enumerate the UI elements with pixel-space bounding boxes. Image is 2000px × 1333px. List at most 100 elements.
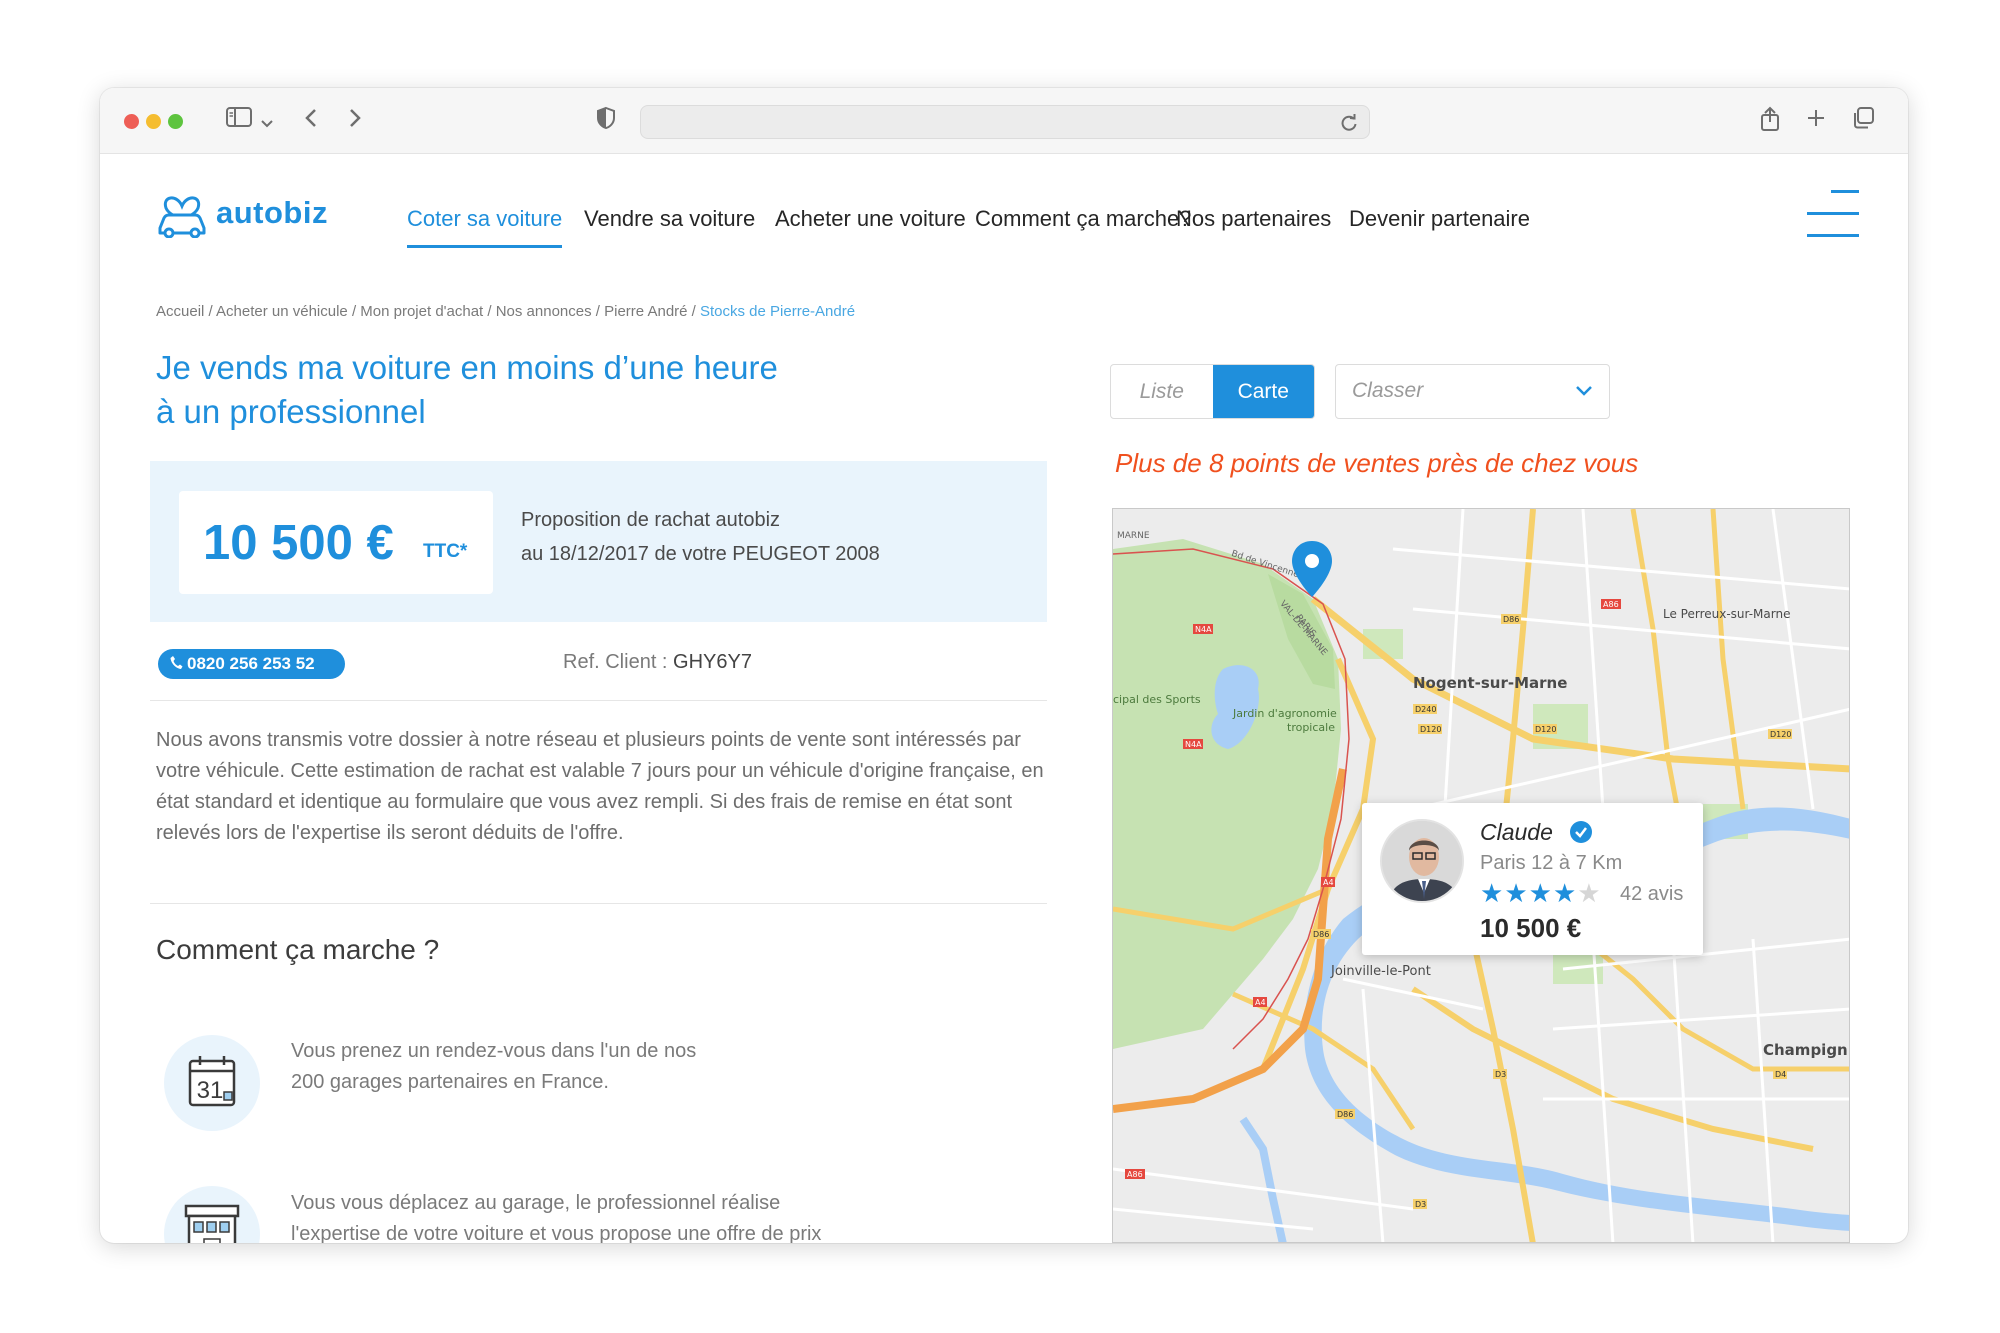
browser-window: autobiz Coter sa voiture Vendre sa voitu… <box>100 88 1908 1243</box>
nav-comment-ca-marche[interactable]: Comment ça marche? <box>975 206 1191 232</box>
view-toggle: Liste Carte <box>1110 364 1315 419</box>
map-badge-d4-2: D4 <box>1775 1070 1786 1079</box>
ref-client: Ref. Client : GHY6Y7 <box>563 651 752 674</box>
map-label-joinville: Joinville-le-Pont <box>1331 964 1431 979</box>
map-label-tropicale: tropicale <box>1287 721 1335 734</box>
nav-vendre-sa-voiture[interactable]: Vendre sa voiture <box>584 206 755 232</box>
page-title-line2: à un professionnel <box>156 393 426 430</box>
star-filled-icon: ★ <box>1480 878 1504 908</box>
star-filled-icon: ★ <box>1528 878 1552 908</box>
autobiz-logo[interactable]: autobiz <box>156 188 328 238</box>
map-label-perreux: Le Perreux-sur-Marne <box>1663 607 1791 621</box>
map-label-nogent: Nogent-sur-Marne <box>1413 674 1568 692</box>
seller-price: 10 500 € <box>1480 913 1582 943</box>
ref-client-label: Ref. Client : <box>563 651 674 673</box>
phone-button[interactable]: 0820 256 253 52 <box>158 649 345 679</box>
close-window-button[interactable] <box>124 114 139 129</box>
logo-text: autobiz <box>216 195 328 230</box>
seller-card[interactable]: Claude Paris 12 à 7 Km ★ ★ ★ ★ ★ 42 avis 10 … <box>1362 803 1703 955</box>
points-of-sale-title: Plus de 8 points de ventes près de chez … <box>1115 448 1639 478</box>
tabs-icon[interactable] <box>1850 106 1876 136</box>
map-badge-a86: A86 <box>1603 600 1619 609</box>
minimize-window-button[interactable] <box>146 114 161 129</box>
step-2-line2: l'expertise de votre voiture et vous pro… <box>291 1223 822 1243</box>
map-badge-d3-2: D3 <box>1415 1200 1426 1209</box>
map-badge-d120: D120 <box>1420 725 1441 734</box>
ref-client-code: GHY6Y7 <box>673 651 752 673</box>
map-badge-n4a: N4A <box>1195 625 1212 634</box>
step-1-text: Vous prenez un rendez-vous dans l'un de … <box>291 1036 696 1098</box>
map-badge-a4-2: A4 <box>1255 998 1266 1007</box>
step-2-line1: Vous vous déplacez au garage, le profess… <box>291 1192 781 1214</box>
new-tab-icon[interactable] <box>1804 106 1828 136</box>
offer-price: 10 500 € <box>203 516 394 570</box>
share-icon[interactable] <box>1758 106 1782 136</box>
sort-select[interactable]: Classer <box>1335 364 1610 419</box>
seller-name: Claude <box>1480 819 1553 845</box>
seller-rating: ★ ★ ★ ★ ★ <box>1480 880 1602 906</box>
map-pin-icon[interactable] <box>1289 539 1335 601</box>
seller-avatar <box>1380 819 1464 903</box>
seller-reviews: 42 avis <box>1620 883 1684 905</box>
map-badge-d3: D3 <box>1495 1070 1506 1079</box>
step-1-line1: Vous prenez un rendez-vous dans l'un de … <box>291 1040 697 1062</box>
map-badge-d86-2: D86 <box>1313 930 1329 939</box>
map-label-jardin: Jardin d'agronomie <box>1233 707 1337 720</box>
garage-icon <box>164 1186 260 1243</box>
nav-acheter-une-voiture[interactable]: Acheter une voiture <box>775 206 966 232</box>
back-icon[interactable] <box>300 106 322 136</box>
address-bar[interactable] <box>640 105 1370 139</box>
map-badge-a86-2: A86 <box>1127 1170 1143 1179</box>
menu-icon[interactable] <box>1807 190 1859 238</box>
nav-devenir-partenaire[interactable]: Devenir partenaire <box>1349 206 1530 232</box>
step-2-text: Vous vous déplacez au garage, le profess… <box>291 1188 821 1243</box>
breadcrumb-current[interactable]: Stocks de Pierre-André <box>700 303 855 320</box>
calendar-icon-text: 31 <box>197 1077 224 1104</box>
offer-conditions-text: Nous avons transmis votre dossier à notr… <box>156 729 1044 844</box>
browser-toolbar <box>100 88 1908 154</box>
star-empty-icon: ★ <box>1577 878 1601 908</box>
toggle-map-button[interactable]: Carte <box>1212 365 1314 418</box>
zoom-window-button[interactable] <box>168 114 183 129</box>
map-badge-n4a-2: N4A <box>1185 740 1202 749</box>
map-label-marne: MARNE <box>1117 531 1150 541</box>
reload-icon[interactable] <box>1339 113 1359 133</box>
offer-description: Proposition de rachat autobiz au 18/12/2… <box>521 503 880 571</box>
page-title: Je vends ma voiture en moins d’une heure… <box>156 346 856 434</box>
divider <box>150 700 1047 701</box>
how-it-works-title: Comment ça marche ? <box>156 934 440 965</box>
map-badge-d120-3: D120 <box>1770 730 1791 739</box>
nav-coter-sa-voiture[interactable]: Coter sa voiture <box>407 206 563 248</box>
shield-icon[interactable] <box>594 106 618 136</box>
forward-icon[interactable] <box>344 106 366 136</box>
map-badge-d86-3: D86 <box>1337 1110 1353 1119</box>
divider <box>150 903 1047 904</box>
sidebar-icon[interactable] <box>224 106 254 136</box>
calendar-icon: 31 <box>164 1035 260 1131</box>
verified-badge-icon <box>1570 821 1592 843</box>
map-badge-d86: D86 <box>1503 615 1519 624</box>
car-heart-logo-icon <box>158 196 206 238</box>
breadcrumb-path[interactable]: Accueil / Acheter un véhicule / Mon proj… <box>156 303 700 320</box>
nav-nos-partenaires[interactable]: Nos partenaires <box>1176 206 1331 232</box>
offer-panel: 10 500 € TTC* Proposition de rachat auto… <box>150 461 1047 622</box>
star-filled-icon: ★ <box>1552 878 1577 908</box>
price-card: 10 500 € TTC* <box>179 491 493 594</box>
map-label-sports: cipal des Sports <box>1113 693 1201 706</box>
map-badge-d120-2: D120 <box>1535 725 1556 734</box>
step-1-line2: 200 garages partenaires en France. <box>291 1071 609 1093</box>
toggle-list-button[interactable]: Liste <box>1111 365 1213 418</box>
phone-icon <box>170 656 183 669</box>
offer-price-suffix: TTC* <box>423 541 468 562</box>
map-badge-d240: D240 <box>1415 705 1436 714</box>
breadcrumb: Accueil / Acheter un véhicule / Mon proj… <box>156 303 855 320</box>
offer-line1: Proposition de rachat autobiz <box>521 509 781 531</box>
star-filled-icon: ★ <box>1504 878 1528 908</box>
chevron-down-icon <box>1576 386 1592 396</box>
map-label-champigny: Champign <box>1763 1041 1848 1059</box>
chevron-down-icon[interactable] <box>258 106 276 136</box>
offer-line2: au 18/12/2017 de votre PEUGEOT 2008 <box>521 543 880 565</box>
sort-select-label: Classer <box>1352 379 1424 402</box>
seller-location: Paris 12 à 7 Km <box>1480 852 1623 874</box>
phone-number: 0820 256 253 52 <box>187 654 315 673</box>
